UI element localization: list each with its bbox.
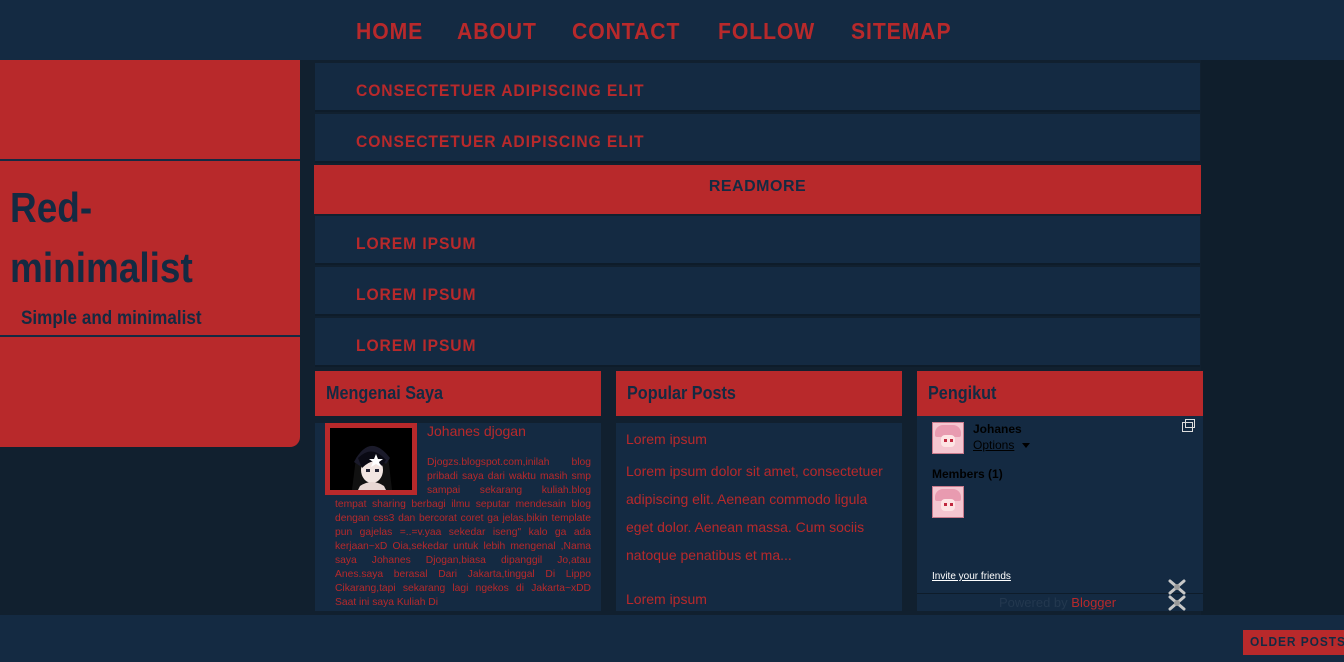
members-count: Members (1) <box>932 467 1003 481</box>
about-widget: Mengenai Saya Johanes djogan Djogzs.blog… <box>315 371 601 611</box>
older-posts-label: OLDER POSTS <box>1250 634 1344 649</box>
invite-friends-link[interactable]: Invite your friends <box>932 571 1011 582</box>
about-widget-header: Mengenai Saya <box>315 371 601 416</box>
follower-options-link[interactable]: Options <box>973 438 1014 452</box>
blogger-link[interactable]: Blogger <box>1071 595 1116 610</box>
powered-by-text: Powered by Blogger <box>999 595 1117 610</box>
profile-name-link[interactable]: Johanes djogan <box>427 423 526 439</box>
post-title-link[interactable]: CONSECTETUER ADIPISCING ELIT <box>356 132 644 152</box>
followers-widget-header: Pengikut <box>917 371 1203 416</box>
right-margin <box>1201 60 1344 615</box>
followers-widget: Pengikut Johanes Options Members (1) Inv… <box>917 371 1203 611</box>
popular-post-link[interactable]: Lorem ipsum <box>626 591 707 607</box>
followers-divider <box>917 593 1203 594</box>
follower-user-name: Johanes <box>973 422 1022 436</box>
post-item: LOREM IPSUM <box>315 267 1200 316</box>
readmore-link[interactable]: READMORE <box>709 178 806 196</box>
top-nav: HOME ABOUT CONTACT FOLLOW SITEMAP <box>0 0 1344 60</box>
followers-widget-title: Pengikut <box>928 383 997 403</box>
member-avatar[interactable] <box>932 486 964 518</box>
post-title-link[interactable]: LOREM IPSUM <box>356 234 476 254</box>
header-divider-top <box>0 159 300 161</box>
post-item: LOREM IPSUM <box>315 216 1200 265</box>
nav-follow-link[interactable]: FOLLOW <box>718 18 815 45</box>
blog-description: Simple and minimalist <box>21 308 202 329</box>
popular-post-snippet: Lorem ipsum dolor sit amet, consectetuer… <box>626 463 883 563</box>
chevron-down-icon[interactable] <box>1022 443 1030 448</box>
external-window-icon[interactable] <box>1182 419 1195 432</box>
nav-about-link[interactable]: ABOUT <box>457 18 537 45</box>
post-item: LOREM IPSUM <box>315 318 1200 367</box>
footer-bar <box>0 615 1344 662</box>
popular-post-link[interactable]: Lorem ipsum <box>626 431 707 447</box>
older-posts-button[interactable]: OLDER POSTS <box>1243 630 1344 655</box>
nav-menu: HOME ABOUT CONTACT FOLLOW SITEMAP <box>356 18 988 45</box>
header-divider-bottom <box>0 335 300 337</box>
popular-widget-title: Popular Posts <box>627 383 736 403</box>
post-item: CONSECTETUER ADIPISCING ELIT <box>315 63 1200 112</box>
quick-edit-tools-icon[interactable] <box>1166 578 1188 612</box>
user-avatar[interactable] <box>932 422 964 454</box>
popular-posts-widget: Popular Posts Lorem ipsum Lorem ipsum do… <box>616 371 902 611</box>
blog-title[interactable]: Red-minimalist <box>10 178 221 298</box>
nav-home-link[interactable]: HOME <box>356 18 423 45</box>
post-title-link[interactable]: LOREM IPSUM <box>356 336 476 356</box>
blog-header: Red-minimalist Simple and minimalist <box>0 60 300 447</box>
post-title-link[interactable]: CONSECTETUER ADIPISCING ELIT <box>356 81 644 101</box>
post-title-link[interactable]: LOREM IPSUM <box>356 285 476 305</box>
nav-sitemap-link[interactable]: SITEMAP <box>851 18 951 45</box>
readmore-bar: READMORE <box>314 165 1201 214</box>
popular-widget-header: Popular Posts <box>616 371 902 416</box>
followers-panel: Johanes Options Members (1) Invite your … <box>917 416 1203 611</box>
nav-contact-link[interactable]: CONTACT <box>572 18 680 45</box>
post-item: CONSECTETUER ADIPISCING ELIT <box>315 114 1200 163</box>
about-description: Djogzs.blogspot.com,inilah blog pribadi … <box>335 457 591 608</box>
about-widget-title: Mengenai Saya <box>326 383 444 403</box>
